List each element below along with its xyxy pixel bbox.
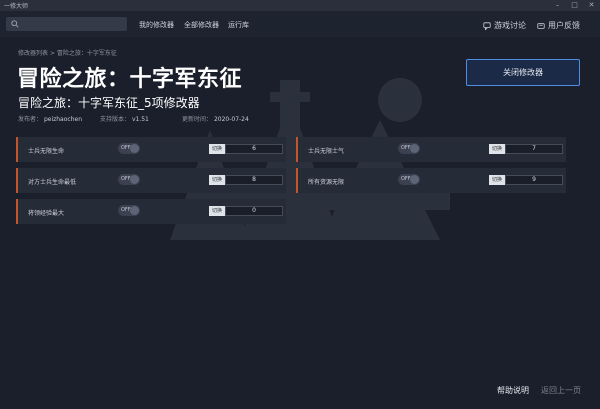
cheat-card: 所有资源无限 OFF 切换 9 bbox=[296, 168, 566, 193]
minimize-icon[interactable]: – bbox=[553, 1, 562, 10]
game-discussion-link[interactable]: 游戏讨论 bbox=[483, 20, 526, 31]
cheat-label: 对方士兵生命最低 bbox=[28, 179, 77, 186]
window-controls: – □ ✕ bbox=[553, 1, 596, 10]
publisher-value: peizhaochen bbox=[43, 116, 82, 123]
close-icon[interactable]: ✕ bbox=[587, 1, 596, 10]
user-feedback-label: 用户反馈 bbox=[548, 21, 580, 30]
updated-info: 更新时间： 2020-07-24 bbox=[182, 114, 249, 123]
cheat-label: 所有资源无限 bbox=[308, 179, 345, 186]
toggle-knob bbox=[130, 175, 139, 184]
version-info: 支持版本： v1.51 bbox=[100, 114, 149, 123]
cheat-card: 对方士兵生命最低 OFF 切换 8 bbox=[16, 168, 286, 193]
hotkey-label: 切换 bbox=[489, 144, 505, 154]
cheat-toggle[interactable]: OFF bbox=[118, 143, 140, 154]
nav-runtime-libraries[interactable]: 运行库 bbox=[228, 20, 249, 30]
hotkey-input[interactable]: 6 bbox=[225, 144, 283, 154]
cheat-toggle[interactable]: OFF bbox=[118, 174, 140, 185]
feedback-icon bbox=[537, 22, 545, 29]
window-titlebar: 一修大师 – □ ✕ bbox=[0, 0, 600, 11]
cheat-card: 士兵无限士气 OFF 切换 7 bbox=[296, 137, 566, 162]
cheat-label: 将领经验最大 bbox=[28, 210, 65, 217]
cheat-card: 将领经验最大 OFF 切换 0 bbox=[16, 199, 286, 224]
publisher-label: 发布者： bbox=[18, 116, 43, 123]
page-subtitle: 冒险之旅：十字军东征_5项修改器 bbox=[18, 96, 200, 110]
back-link[interactable]: 返回上一页 bbox=[541, 385, 581, 396]
version-value: v1.51 bbox=[131, 116, 149, 123]
cheat-card: 士兵无限生命 OFF 切换 6 bbox=[16, 137, 286, 162]
toggle-knob bbox=[130, 144, 139, 153]
nav-my-trainers[interactable]: 我的修改器 bbox=[139, 20, 174, 30]
updated-label: 更新时间： bbox=[182, 116, 213, 123]
close-trainer-button[interactable]: 关闭修改器 bbox=[466, 59, 580, 86]
hotkey-input[interactable]: 0 bbox=[225, 206, 283, 216]
search-icon bbox=[11, 20, 19, 28]
page-title: 冒险之旅：十字军东征 bbox=[17, 67, 243, 92]
hotkey-input[interactable]: 9 bbox=[505, 175, 563, 185]
hotkey-input[interactable]: 7 bbox=[505, 144, 563, 154]
cheat-toggle[interactable]: OFF bbox=[118, 205, 140, 216]
maximize-icon[interactable]: □ bbox=[570, 1, 579, 10]
version-label: 支持版本： bbox=[100, 116, 131, 123]
search-input[interactable] bbox=[6, 17, 127, 31]
cheat-toggle[interactable]: OFF bbox=[398, 143, 420, 154]
help-link[interactable]: 帮助说明 bbox=[497, 385, 529, 396]
publisher-info: 发布者： peizhaochen bbox=[18, 114, 82, 123]
nav-all-trainers[interactable]: 全部修改器 bbox=[184, 20, 219, 30]
breadcrumb[interactable]: 修改器列表 > 冒险之旅：十字军东征 bbox=[18, 48, 117, 57]
toggle-knob bbox=[130, 206, 139, 215]
toggle-knob bbox=[410, 144, 419, 153]
chat-icon bbox=[483, 21, 491, 30]
hotkey-label: 切换 bbox=[209, 144, 225, 154]
hotkey-label: 切换 bbox=[209, 206, 225, 216]
cheat-label: 士兵无限士气 bbox=[308, 148, 345, 155]
window-title: 一修大师 bbox=[4, 3, 29, 10]
hotkey-label: 切换 bbox=[209, 175, 225, 185]
cheat-toggle[interactable]: OFF bbox=[398, 174, 420, 185]
cheat-label: 士兵无限生命 bbox=[28, 148, 65, 155]
user-feedback-link[interactable]: 用户反馈 bbox=[537, 20, 580, 31]
hotkey-label: 切换 bbox=[489, 175, 505, 185]
updated-value: 2020-07-24 bbox=[213, 116, 249, 123]
hotkey-input[interactable]: 8 bbox=[225, 175, 283, 185]
game-discussion-label: 游戏讨论 bbox=[494, 21, 526, 30]
toggle-knob bbox=[410, 175, 419, 184]
